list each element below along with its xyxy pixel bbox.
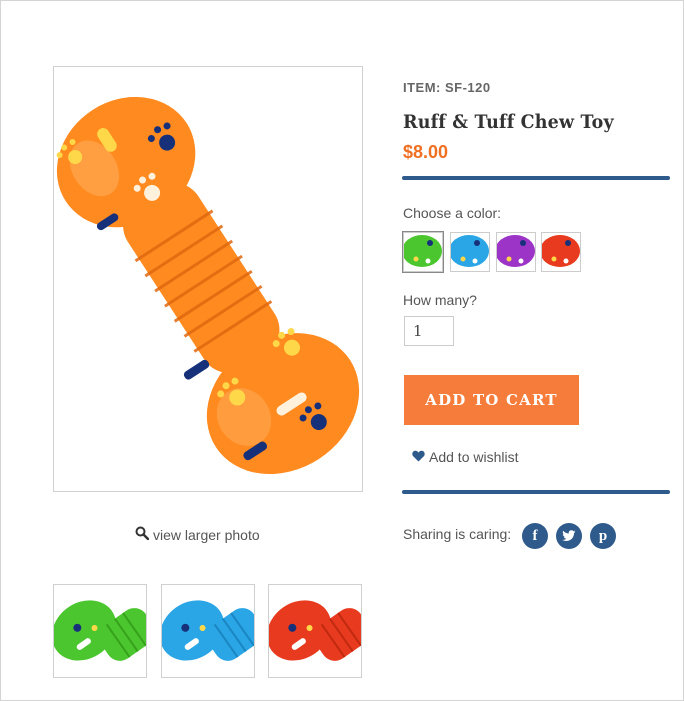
color-swatch-green[interactable] bbox=[402, 231, 444, 273]
product-title: Ruff & Tuff Chew Toy bbox=[403, 111, 614, 133]
color-swatch-purple[interactable] bbox=[496, 232, 536, 272]
red-swatch-image bbox=[542, 233, 580, 271]
divider-bottom bbox=[402, 490, 670, 494]
twitter-bird-glyph bbox=[562, 530, 576, 541]
twitter-icon[interactable] bbox=[556, 523, 582, 549]
wishlist-label: Add to wishlist bbox=[429, 449, 519, 465]
color-swatch-blue[interactable] bbox=[450, 232, 490, 272]
red-toy-thumb-image bbox=[269, 600, 361, 661]
add-to-wishlist-link[interactable]: Add to wishlist bbox=[412, 449, 518, 465]
magnifier-icon bbox=[135, 526, 150, 543]
heart-icon bbox=[412, 449, 425, 465]
main-product-photo[interactable] bbox=[53, 66, 363, 492]
blue-swatch-image bbox=[451, 233, 489, 271]
pinterest-icon[interactable]: p bbox=[590, 523, 616, 549]
thumbnail-blue[interactable] bbox=[161, 584, 255, 678]
purple-swatch-image bbox=[497, 233, 535, 271]
item-code: ITEM: SF-120 bbox=[403, 80, 491, 95]
thumbnail-green[interactable] bbox=[53, 584, 147, 678]
thumbnail-red[interactable] bbox=[268, 584, 362, 678]
view-larger-photo-label: view larger photo bbox=[153, 526, 260, 543]
chew-toy-image bbox=[56, 96, 360, 475]
color-swatch-red[interactable] bbox=[541, 232, 581, 272]
divider-top bbox=[402, 176, 670, 180]
green-toy-thumb-image bbox=[54, 600, 146, 661]
add-to-cart-button[interactable]: ADD TO CART bbox=[404, 375, 579, 425]
facebook-icon[interactable]: f bbox=[522, 523, 548, 549]
sharing-label: Sharing is caring: bbox=[403, 526, 512, 542]
blue-toy-thumb-image bbox=[162, 600, 254, 661]
quantity-input[interactable] bbox=[404, 316, 454, 346]
color-label: Choose a color: bbox=[403, 205, 502, 221]
quantity-label: How many? bbox=[403, 292, 477, 308]
product-price: $8.00 bbox=[403, 142, 449, 162]
view-larger-photo-link[interactable]: view larger photo bbox=[135, 526, 260, 543]
green-swatch-image bbox=[404, 233, 442, 271]
